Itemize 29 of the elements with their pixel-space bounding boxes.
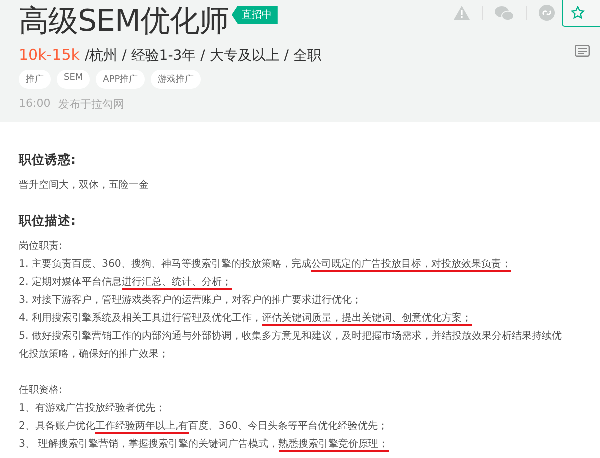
description-line: 任职资格: [19, 384, 64, 398]
description-line: 岗位职责: [19, 240, 64, 254]
tag: SEM [57, 70, 90, 89]
share-icon[interactable] [539, 5, 555, 21]
chat-bubbles-icon[interactable] [495, 6, 514, 20]
section-heading: 职位描述: [19, 213, 77, 229]
description-line: 2. 定期对媒体平台信息进行汇总、统计、分析； [19, 276, 233, 292]
tag: 游戏推广 [151, 70, 202, 89]
star-icon [571, 6, 585, 20]
description-line: 3. 对接下游客户，管理游戏类客户的运营账户，对客户的推广要求进行优化； [19, 294, 363, 308]
salary: 10k-15k [19, 46, 80, 64]
tag: 推广 [19, 70, 51, 89]
description-line: 1、有游戏广告投放经验者优先； [19, 402, 166, 416]
section-heading: 职位诱惑: [19, 152, 77, 168]
description-line: 晋升空间大，双休，五险一金 [19, 178, 150, 193]
job-meta: /杭州 / 经验1-3年 / 大专及以上 / 全职 [84, 47, 322, 65]
job-title: 高级SEM优化师 [19, 3, 229, 41]
description-line: 4. 利用搜索引擎系统及相关工具进行管理及优化工作，评估关键词质量，提出关键词、创意优化方案； [19, 312, 473, 328]
post-source: 发布于拉勾网 [58, 97, 125, 112]
status-badge: 直招中 [232, 6, 278, 24]
description-line: 5. 做好搜索引擎营销工作的内部沟通与外部协调，收集多方意见和建议，及时把握市场需求，并结投放效果分析结果持续优化投放策略，确保好的推广效果； [19, 330, 563, 362]
tag: APP推广 [96, 70, 146, 89]
favorite-button[interactable] [562, 0, 600, 27]
description-line: 3、 理解搜索引擎营销，掌握搜索引擎的关键词广告模式，熟悉搜索引擎竞价原理； [19, 438, 390, 454]
description-line: 2、具备账户优化工作经验两年以上,有百度、360、今日头条等平台优化经验优先； [19, 420, 390, 436]
post-time: 16:00 [19, 97, 51, 112]
warning-icon[interactable] [454, 6, 470, 20]
description-line: 1. 主要负责百度、360、搜狗、神马等搜索引擎的投放策略，完成公司既定的广告投放目标，对投放效果负责； [19, 258, 512, 274]
document-icon[interactable] [575, 45, 590, 57]
